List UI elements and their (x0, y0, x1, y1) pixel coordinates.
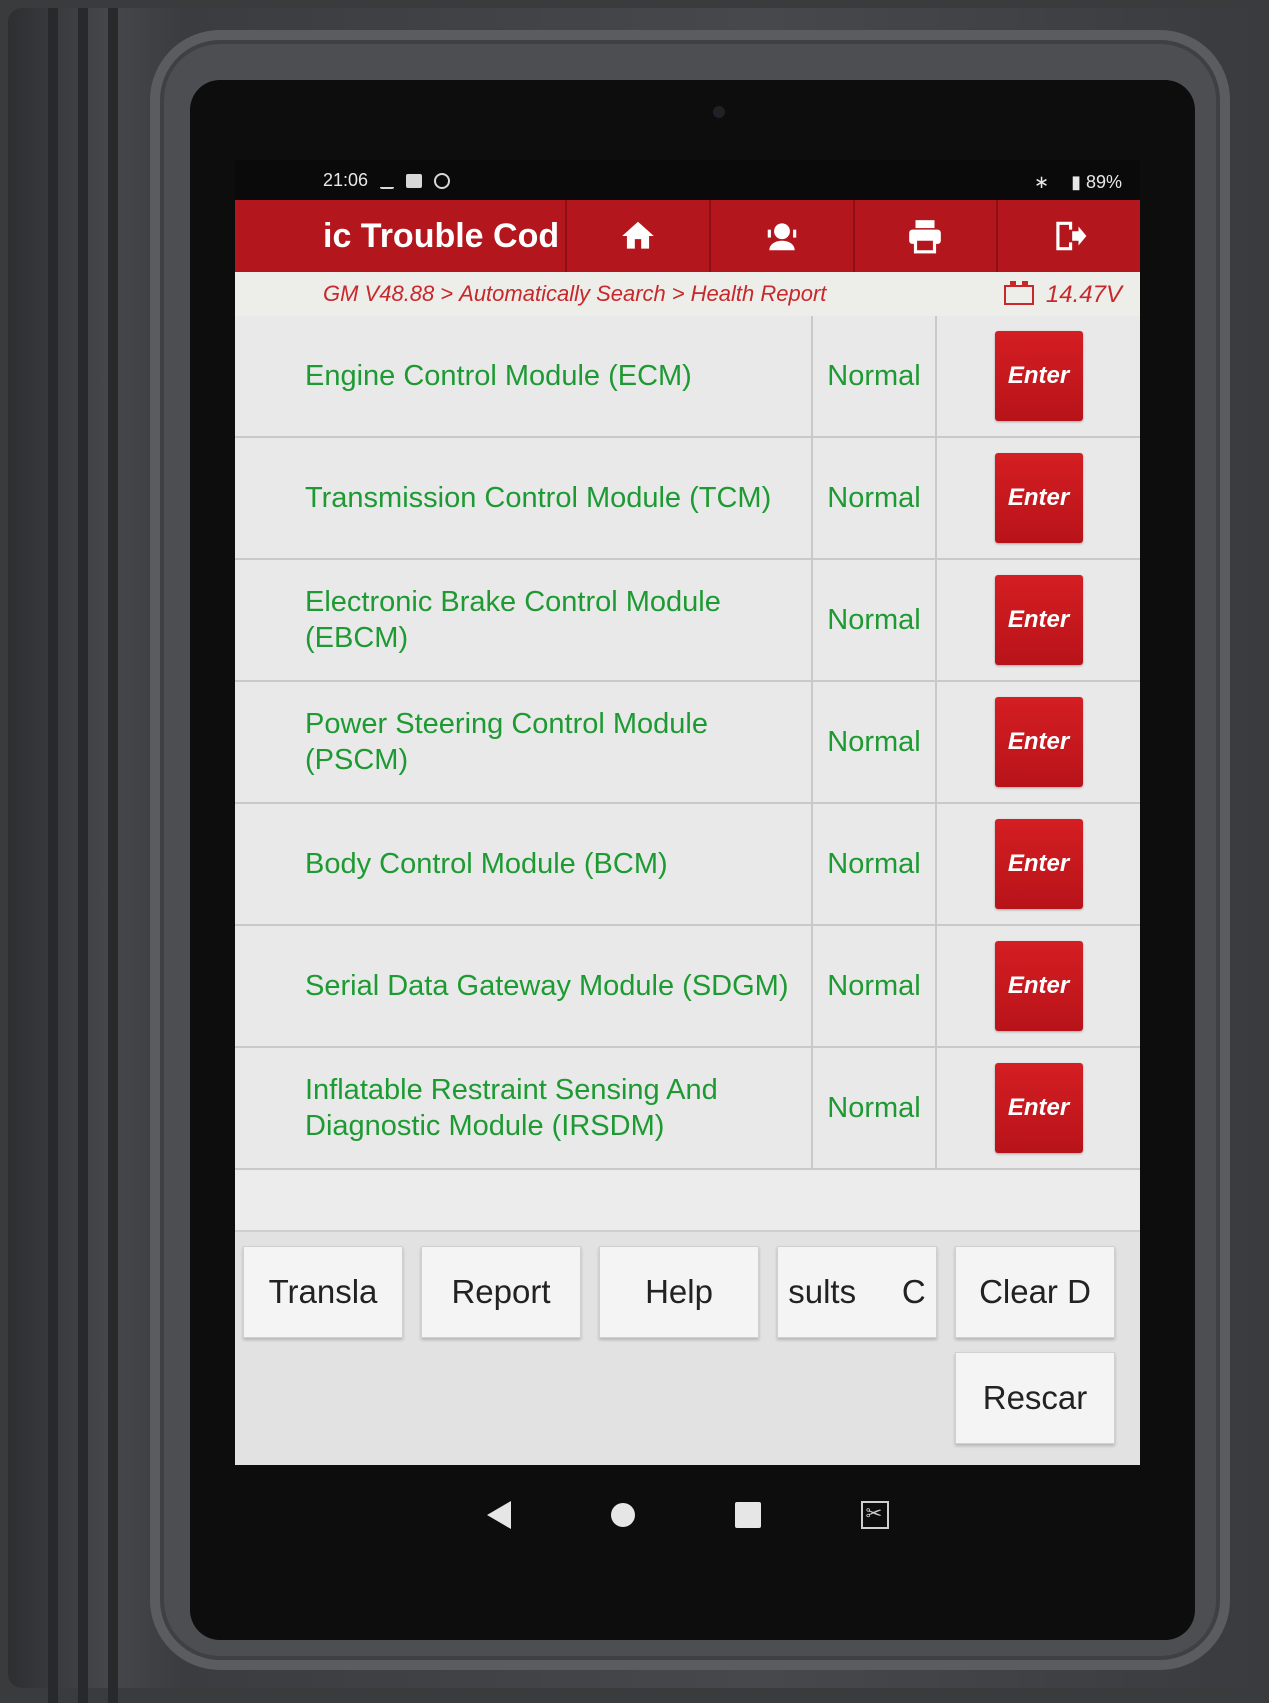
grip-ridge (78, 8, 88, 1703)
module-row: Electronic Brake Control Module (EBCM) N… (235, 560, 1140, 682)
module-status: Normal (813, 560, 937, 680)
enter-button[interactable]: Enter (994, 697, 1083, 787)
enter-button[interactable]: Enter (994, 331, 1083, 421)
module-row: Power Steering Control Module (PSCM) Nor… (235, 682, 1140, 804)
enter-button[interactable]: Enter (994, 575, 1083, 665)
bluetooth-icon: ∗ (1033, 172, 1050, 192)
home-button[interactable] (565, 200, 709, 272)
back-icon[interactable] (486, 1501, 511, 1529)
module-row: Inflatable Restraint Sensing And Diagnos… (235, 1048, 1140, 1170)
report-button[interactable]: Report (421, 1246, 581, 1338)
home-circle-icon[interactable] (610, 1503, 635, 1527)
grip-ridge (108, 8, 118, 1703)
rescan-button[interactable]: Rescar (955, 1352, 1115, 1444)
breadcrumb-separator: > (440, 281, 454, 306)
module-row: Transmission Control Module (TCM) Normal… (235, 438, 1140, 560)
module-name: Electronic Brake Control Module (EBCM) (235, 560, 813, 680)
title-bar: ic Trouble Cod (235, 200, 1140, 272)
car-battery-icon (1003, 281, 1034, 305)
status-bar: 21:06 ∗ ▮ 89% (235, 160, 1140, 200)
enter-button[interactable]: Enter (994, 1063, 1083, 1153)
module-name: Serial Data Gateway Module (SDGM) (235, 926, 813, 1046)
printer-icon (909, 220, 942, 254)
enter-button[interactable]: Enter (994, 941, 1083, 1031)
translate-button[interactable]: Transla (243, 1246, 403, 1338)
home-icon (622, 221, 654, 249)
module-status: Normal (813, 682, 937, 802)
results-button[interactable]: sults C (777, 1246, 937, 1338)
module-row: Serial Data Gateway Module (SDGM) Normal… (235, 926, 1140, 1048)
bottom-toolbar: Transla Report Help sults C Clear D Resc… (235, 1230, 1140, 1465)
enter-button[interactable]: Enter (994, 819, 1083, 909)
module-list: Engine Control Module (ECM) Normal Enter… (235, 316, 1140, 1170)
module-row: Body Control Module (BCM) Normal Enter (235, 804, 1140, 926)
exit-icon (1056, 221, 1087, 251)
image-icon (406, 173, 423, 188)
recent-apps-icon[interactable] (734, 1502, 761, 1528)
front-camera (713, 106, 725, 118)
enter-button[interactable]: Enter (994, 453, 1083, 543)
module-name: Body Control Module (BCM) (235, 804, 813, 924)
battery-level: 89% (1085, 172, 1122, 192)
module-name: Power Steering Control Module (PSCM) (235, 682, 813, 802)
module-status: Normal (813, 1048, 937, 1168)
clock: 21:06 (323, 170, 369, 190)
breadcrumb-item[interactable]: Automatically Search (459, 281, 666, 307)
module-status: Normal (813, 438, 937, 558)
grip-ridge (48, 8, 58, 1703)
module-row: Engine Control Module (ECM) Normal Enter (235, 316, 1140, 438)
breadcrumb-item: Health Report (690, 281, 827, 306)
print-button[interactable] (852, 200, 997, 272)
clear-dtc-button[interactable]: Clear D (955, 1246, 1115, 1338)
page-title: ic Trouble Cod (323, 217, 560, 255)
module-status: Normal (813, 316, 937, 436)
support-agent-icon (767, 223, 796, 251)
module-name: Transmission Control Module (TCM) (235, 438, 813, 558)
breadcrumb-separator: > (671, 281, 685, 306)
module-status: Normal (813, 804, 937, 924)
module-status: Normal (813, 926, 937, 1046)
screenshot-icon[interactable] (860, 1501, 889, 1529)
voltage-value: 14.47V (1045, 281, 1122, 308)
exit-button[interactable] (996, 200, 1140, 272)
app-screen: 21:06 ∗ ▮ 89% ic Trouble Cod GM V48.88 >… (235, 160, 1140, 1465)
help-button[interactable]: Help (599, 1246, 759, 1338)
sync-icon (434, 172, 451, 189)
battery-voltage: 14.47V (1003, 281, 1122, 309)
module-name: Engine Control Module (ECM) (235, 316, 813, 436)
module-name: Inflatable Restraint Sensing And Diagnos… (235, 1048, 813, 1168)
breadcrumb-item[interactable]: GM V48.88 (323, 281, 434, 307)
breadcrumb: GM V48.88 > Automatically Search > Healt… (235, 272, 1140, 317)
android-nav-bar (235, 1470, 1140, 1560)
usb-icon (380, 173, 395, 189)
support-button[interactable] (708, 200, 853, 272)
battery-status: ▮ 89% (1071, 172, 1122, 192)
